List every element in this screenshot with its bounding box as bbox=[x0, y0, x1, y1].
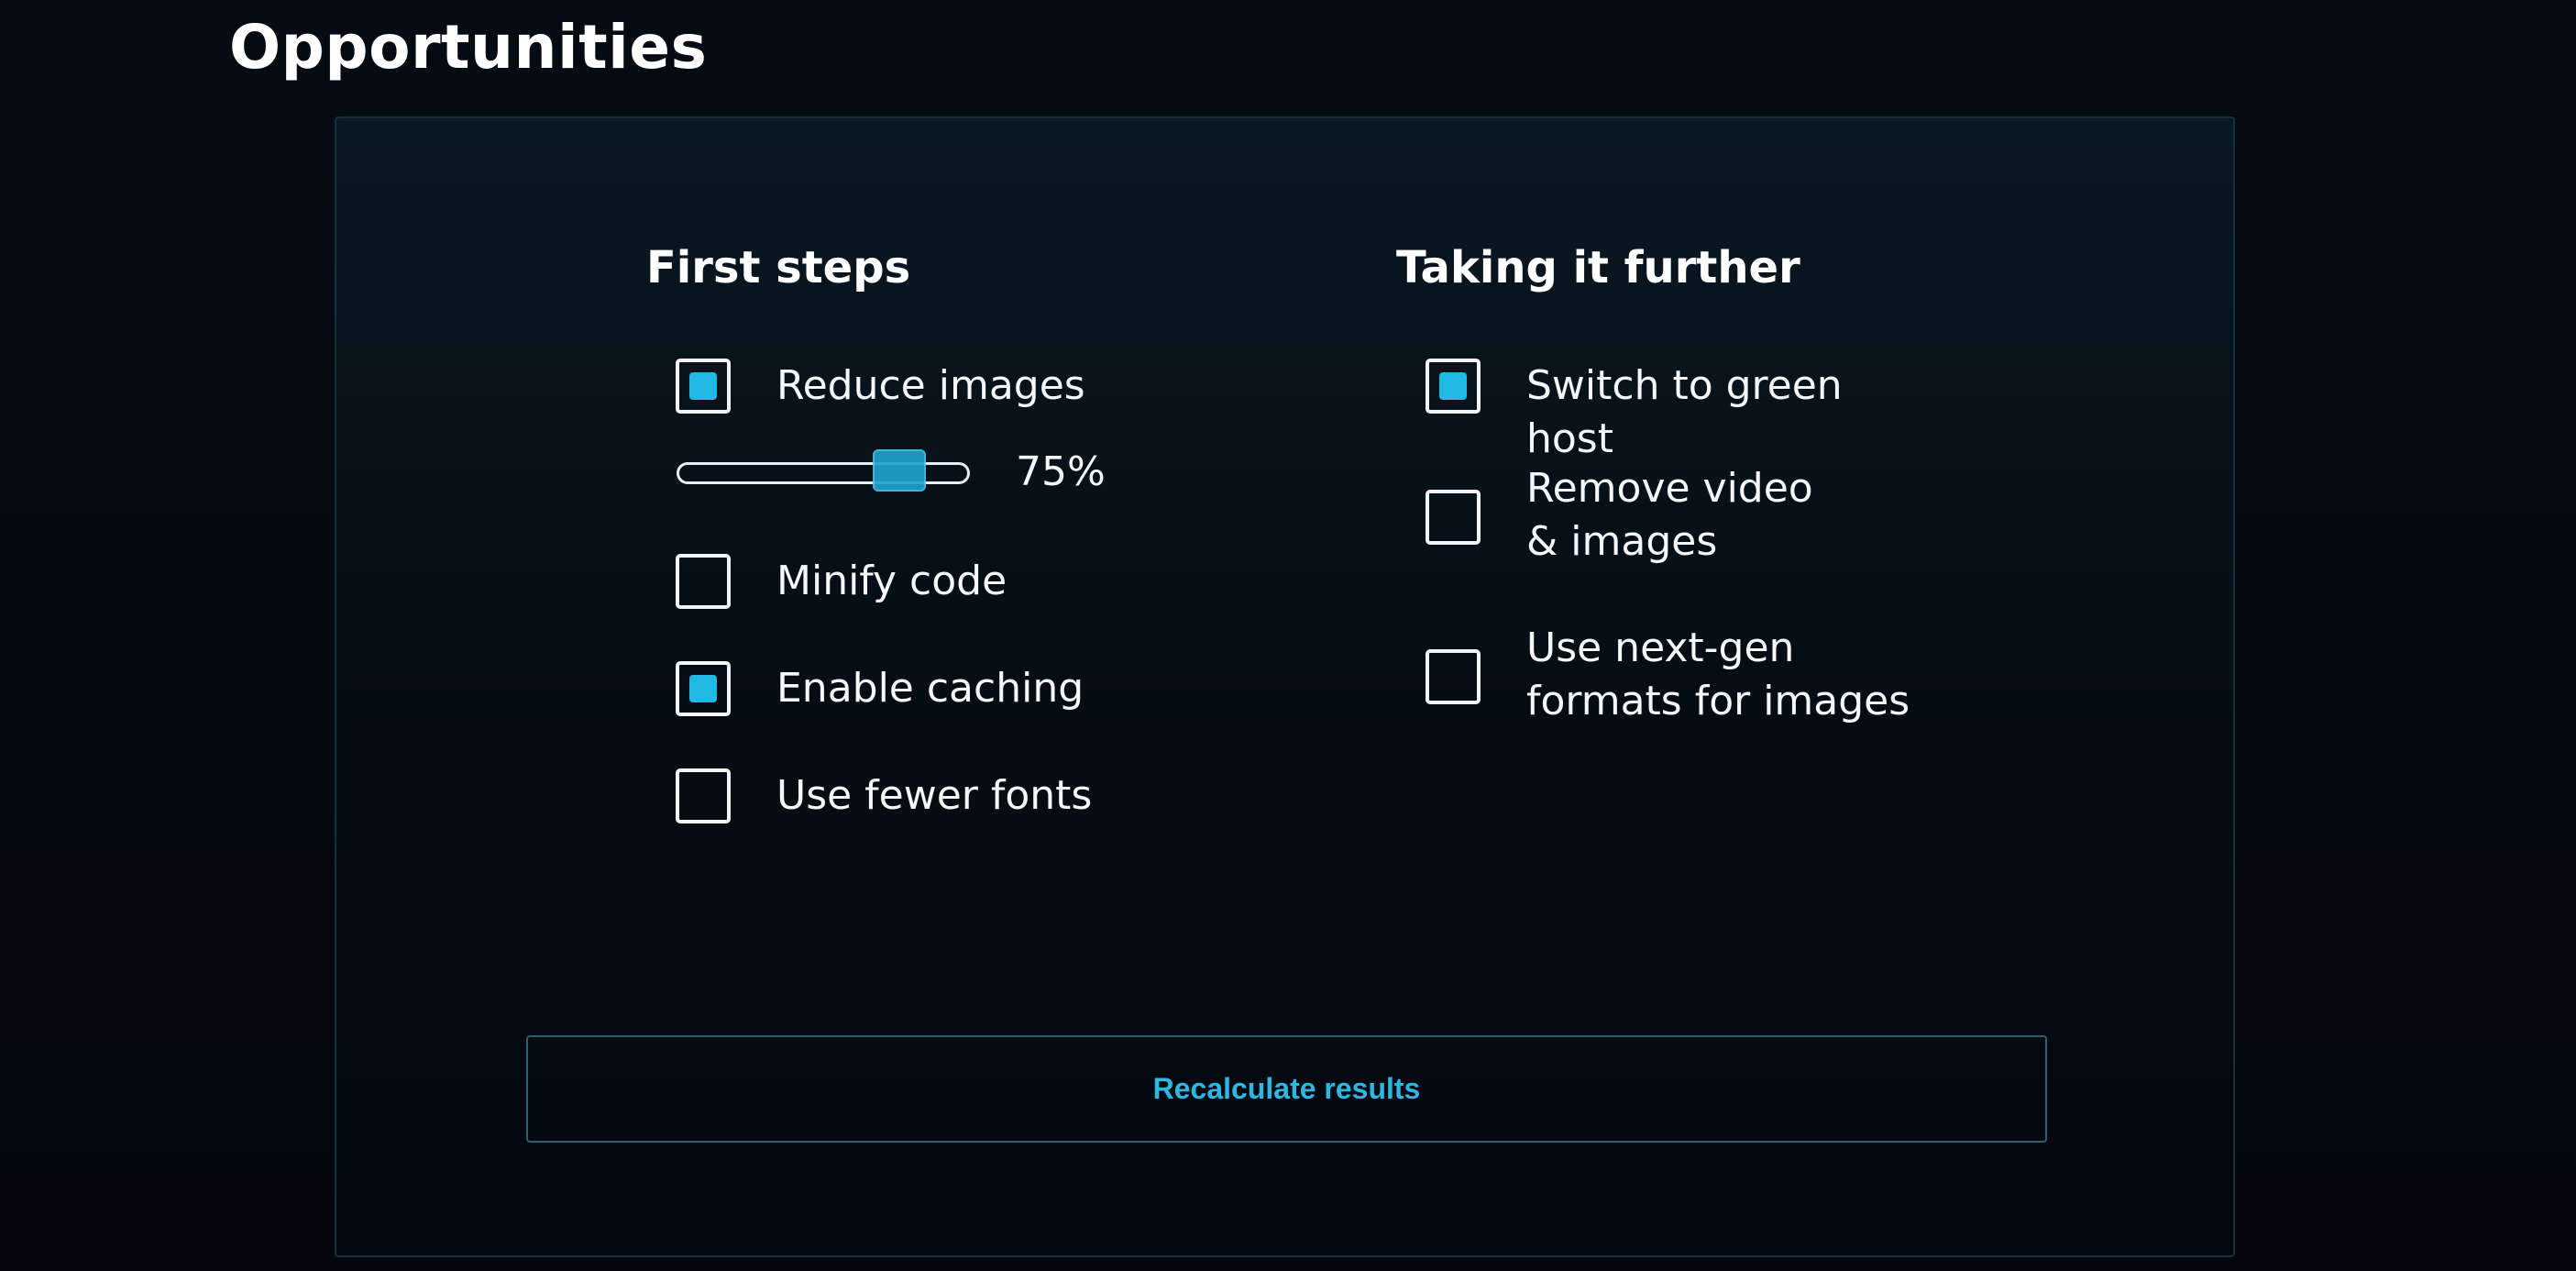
next-gen-formats-label: Use next-gen formats for images bbox=[1526, 624, 1910, 724]
slider-value: 75% bbox=[1016, 448, 1106, 495]
use-fewer-fonts-label: Use fewer fonts bbox=[776, 772, 1093, 819]
reduce-images-checkbox[interactable] bbox=[676, 359, 731, 414]
reduce-images-label: Reduce images bbox=[776, 362, 1085, 409]
enable-caching-checkbox[interactable] bbox=[676, 661, 731, 716]
switch-green-host-checkbox[interactable] bbox=[1426, 359, 1481, 414]
next-gen-formats-checkbox[interactable] bbox=[1426, 649, 1481, 704]
use-fewer-fonts-checkbox[interactable] bbox=[676, 768, 731, 823]
minify-code-checkbox[interactable] bbox=[676, 554, 731, 609]
slider-thumb[interactable] bbox=[872, 449, 926, 492]
page-title: Opportunities bbox=[229, 12, 708, 83]
enable-caching-label: Enable caching bbox=[776, 665, 1084, 712]
minify-code-label: Minify code bbox=[776, 558, 1007, 604]
recalculate-results-button[interactable]: Recalculate results bbox=[526, 1035, 2047, 1143]
remove-video-images-checkbox[interactable] bbox=[1426, 490, 1481, 545]
taking-further-heading: Taking it further bbox=[1396, 242, 1800, 293]
remove-video-images-label: Remove video & images bbox=[1526, 465, 1813, 565]
first-steps-heading: First steps bbox=[646, 242, 911, 293]
opportunities-panel: First steps Reduce images 75% Minify cod… bbox=[335, 116, 2235, 1257]
slider-track[interactable] bbox=[677, 462, 970, 484]
switch-green-host-label: Switch to green host bbox=[1526, 362, 1843, 462]
